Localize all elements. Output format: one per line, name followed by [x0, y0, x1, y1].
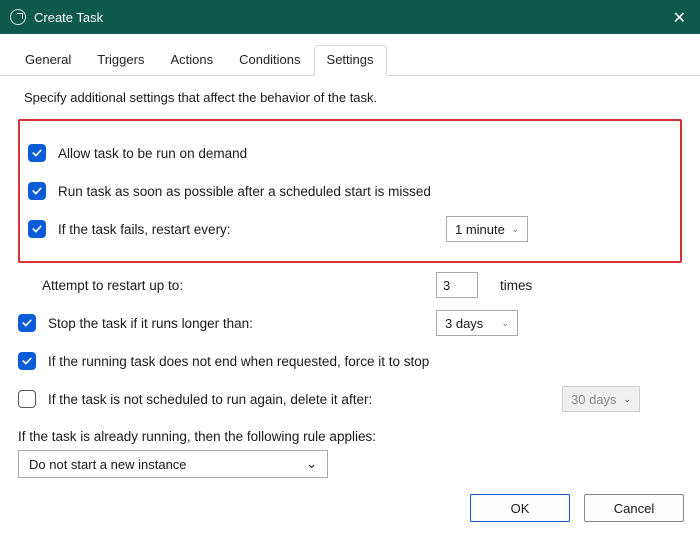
row-restart-every: If the task fails, restart every: 1 minu… [28, 213, 672, 245]
combo-stop-duration[interactable]: 3 days ⌄ [436, 310, 518, 336]
row-attempt: Attempt to restart up to: 3 times [18, 269, 682, 301]
chevron-down-icon: ⌄ [501, 318, 509, 329]
combo-rule[interactable]: Do not start a new instance ⌄ [18, 450, 328, 478]
tab-actions[interactable]: Actions [157, 45, 226, 76]
tab-content: Specify additional settings that affect … [0, 76, 700, 478]
tab-strip: General Triggers Actions Conditions Sett… [0, 34, 700, 76]
row-allow-on-demand: Allow task to be run on demand [28, 137, 672, 169]
label-rule-intro: If the task is already running, then the… [18, 429, 682, 444]
checkbox-delete-after[interactable] [18, 390, 36, 408]
highlighted-section: Allow task to be run on demand Run task … [18, 119, 682, 263]
titlebar: Create Task ✕ [0, 0, 700, 34]
tab-settings[interactable]: Settings [314, 45, 387, 76]
clock-icon [10, 9, 26, 25]
chevron-down-icon: ⌄ [306, 456, 317, 472]
tab-conditions[interactable]: Conditions [226, 45, 313, 76]
combo-restart-interval-value: 1 minute [455, 222, 505, 237]
combo-stop-duration-value: 3 days [445, 316, 483, 331]
row-delete-after: If the task is not scheduled to run agai… [18, 383, 682, 415]
settings-subtitle: Specify additional settings that affect … [24, 90, 682, 105]
input-attempt-count[interactable]: 3 [436, 272, 478, 298]
tab-triggers[interactable]: Triggers [84, 45, 157, 76]
label-force-stop: If the running task does not end when re… [48, 354, 429, 369]
checkbox-stop-if-longer[interactable] [18, 314, 36, 332]
input-attempt-value: 3 [443, 278, 450, 293]
dialog-footer: OK Cancel [470, 494, 684, 522]
label-delete-after: If the task is not scheduled to run agai… [48, 392, 372, 407]
check-icon [21, 355, 33, 367]
check-icon [31, 223, 43, 235]
label-run-asap: Run task as soon as possible after a sch… [58, 184, 431, 199]
row-force-stop: If the running task does not end when re… [18, 345, 682, 377]
close-icon[interactable]: ✕ [673, 8, 686, 28]
label-attempt: Attempt to restart up to: [42, 278, 183, 293]
checkbox-force-stop[interactable] [18, 352, 36, 370]
row-run-asap: Run task as soon as possible after a sch… [28, 175, 672, 207]
check-icon [21, 317, 33, 329]
row-stop-if-longer: Stop the task if it runs longer than: 3 … [18, 307, 682, 339]
combo-restart-interval[interactable]: 1 minute ⌄ [446, 216, 528, 242]
tab-general[interactable]: General [12, 45, 84, 76]
label-attempt-suffix: times [500, 278, 532, 293]
combo-delete-after: 30 days ⌄ [562, 386, 640, 412]
label-stop-if-longer: Stop the task if it runs longer than: [48, 316, 253, 331]
label-restart-every: If the task fails, restart every: [58, 222, 231, 237]
combo-rule-value: Do not start a new instance [29, 457, 187, 472]
chevron-down-icon: ⌄ [511, 224, 519, 235]
ok-button[interactable]: OK [470, 494, 570, 522]
checkbox-restart-every[interactable] [28, 220, 46, 238]
window-title: Create Task [34, 10, 103, 25]
combo-delete-after-value: 30 days [571, 392, 617, 407]
checkbox-run-asap[interactable] [28, 182, 46, 200]
chevron-down-icon: ⌄ [623, 394, 631, 405]
label-allow-on-demand: Allow task to be run on demand [58, 146, 247, 161]
check-icon [31, 147, 43, 159]
checkbox-allow-on-demand[interactable] [28, 144, 46, 162]
check-icon [31, 185, 43, 197]
cancel-button[interactable]: Cancel [584, 494, 684, 522]
